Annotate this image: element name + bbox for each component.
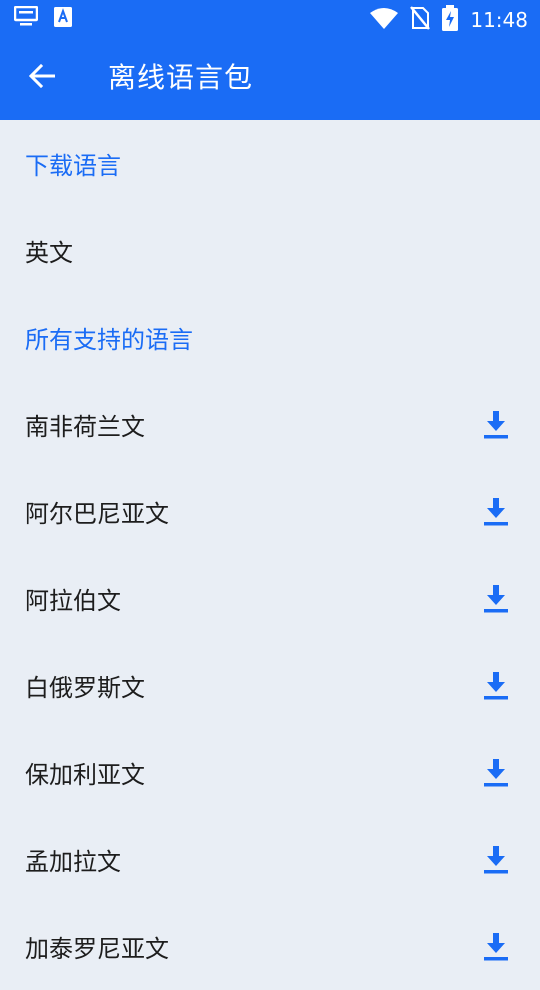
list-item[interactable]: 阿拉伯文 [0,555,540,642]
download-icon[interactable] [482,584,510,614]
list-item[interactable]: 加泰罗尼亚文 [0,903,540,990]
section-header-downloaded: 下载语言 [25,152,121,180]
list-item[interactable]: 南非荷兰文 [0,381,540,468]
download-icon[interactable] [482,845,510,875]
notification-icon [13,5,39,32]
language-label: 保加利亚文 [25,761,145,789]
download-icon[interactable] [482,758,510,788]
arrow-back-icon [28,63,56,92]
section-header-supported: 所有支持的语言 [25,326,193,354]
download-icon[interactable] [482,671,510,701]
language-label: 南非荷兰文 [25,413,145,441]
list-item[interactable]: 白俄罗斯文 [0,642,540,729]
language-label: 孟加拉文 [25,848,121,876]
status-time: 11:48 [470,8,528,32]
language-label: 阿尔巴尼亚文 [25,500,169,528]
list-item[interactable]: 英文 [0,207,540,294]
download-icon[interactable] [482,497,510,527]
language-label: 加泰罗尼亚文 [25,935,169,963]
translate-app-icon [54,7,72,31]
page-title: 离线语言包 [108,61,254,94]
download-icon[interactable] [482,410,510,440]
language-label: 阿拉伯文 [25,587,121,615]
app-bar: 离线语言包 [0,36,540,120]
no-sim-icon [410,6,431,34]
list-item[interactable]: 孟加拉文 [0,816,540,903]
status-bar: 11:48 [0,0,540,36]
language-label: 白俄罗斯文 [25,674,145,702]
download-icon[interactable] [482,932,510,962]
language-list: 下载语言 英文 所有支持的语言 南非荷兰文 阿尔巴尼亚文 阿拉伯文 白俄罗斯文 … [0,120,540,990]
wifi-icon [370,7,399,33]
language-label: 英文 [25,239,73,267]
back-button[interactable] [18,56,66,100]
list-item[interactable]: 保加利亚文 [0,729,540,816]
battery-charging-icon [442,5,459,35]
list-item[interactable]: 阿尔巴尼亚文 [0,468,540,555]
